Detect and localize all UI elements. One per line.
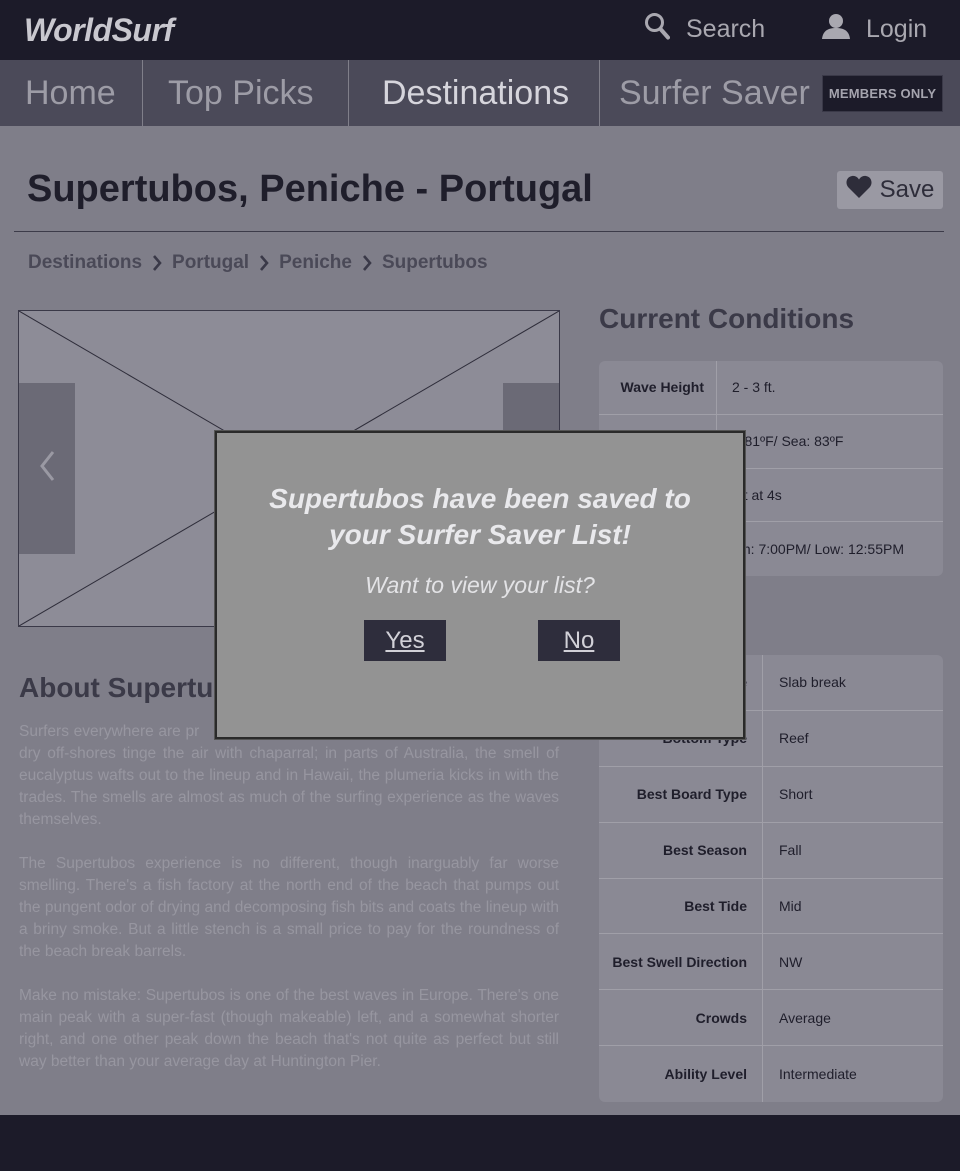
detail-label: Ability Level — [599, 1046, 763, 1102]
about-paragraph: The Supertubos experience is no differen… — [19, 855, 559, 960]
table-row: Crowds Average — [599, 990, 943, 1047]
detail-value: Intermediate — [779, 1066, 857, 1083]
nav-top-picks[interactable]: Top Picks — [143, 60, 349, 126]
breadcrumb-supertubos: Supertubos — [381, 252, 488, 273]
table-row: Wave Height 2 - 3 ft. — [599, 361, 943, 415]
saved-confirmation-modal: Supertubos have been saved to your Surfe… — [215, 431, 745, 739]
breadcrumb-destinations[interactable]: Destinations — [28, 252, 142, 274]
header-divider — [14, 231, 944, 232]
nav-destinations[interactable]: Destinations — [349, 60, 600, 126]
login-label: Login — [866, 14, 928, 43]
detail-label: Best Tide — [599, 878, 763, 934]
conditions-value: r: 81ºF/ Sea: 83ºF — [732, 433, 844, 450]
detail-value: Mid — [779, 897, 802, 914]
detail-label: Best Swell Direction — [599, 934, 763, 990]
save-button[interactable]: Save — [837, 171, 943, 209]
nav-home[interactable]: Home — [0, 60, 143, 126]
login-button[interactable]: Login — [822, 12, 927, 46]
about-title: About Supertu — [19, 672, 214, 703]
search-icon — [644, 12, 686, 47]
nav-surfer-saver[interactable]: Surfer Saver MEMBERS ONLY — [600, 60, 960, 126]
chevron-right-icon — [152, 255, 162, 271]
about-body: Surfers everywhere are pr In Southern Ca… — [19, 721, 559, 1095]
main-nav: Home Top Picks Destinations Surfer Saver… — [0, 60, 960, 126]
modal-title: Supertubos have been saved to your Surfe… — [269, 483, 691, 550]
save-label: Save — [879, 176, 935, 203]
top-bar: WorldSurf Search Login — [0, 0, 960, 60]
breadcrumb: Destinations Portugal Peniche Supertubos — [28, 250, 488, 276]
chevron-right-icon — [259, 255, 269, 271]
modal-question: Want to view your list? — [365, 572, 595, 598]
conditions-value: 5ft at 4s — [732, 486, 782, 503]
about-paragraph: Make no mistake: Supertubos is one of th… — [19, 987, 559, 1070]
user-icon — [822, 13, 866, 46]
conditions-title: Current Conditions — [599, 303, 855, 334]
site-logo[interactable]: WorldSurf — [24, 12, 174, 49]
table-row: Best Board Type Short — [599, 766, 943, 823]
heart-icon — [846, 175, 880, 205]
detail-label: Best Board Type — [599, 766, 763, 822]
no-button[interactable]: No — [538, 620, 620, 661]
table-row: Best Tide Mid — [599, 878, 943, 935]
members-only-badge: MEMBERS ONLY — [821, 74, 944, 112]
breadcrumb-peniche[interactable]: Peniche — [279, 252, 352, 274]
detail-label: Best Season — [599, 822, 763, 878]
detail-label: Crowds — [599, 990, 763, 1046]
search-button[interactable]: Search — [644, 12, 765, 46]
conditions-label: Wave Height — [599, 361, 717, 414]
page-title: Supertubos, Peniche - Portugal — [27, 168, 593, 210]
detail-value: Average — [779, 1009, 831, 1026]
table-row: Best Season Fall — [599, 822, 943, 879]
chevron-right-icon — [362, 255, 372, 271]
conditions-value: igh: 7:00PM/ Low: 12:55PM — [732, 541, 904, 558]
nav-surfer-saver-label: Surfer Saver — [619, 73, 810, 112]
breadcrumb-portugal[interactable]: Portugal — [172, 252, 249, 274]
carousel-prev-button[interactable] — [19, 383, 75, 554]
detail-value: Fall — [779, 842, 802, 859]
search-label: Search — [686, 14, 766, 43]
conditions-value: 2 - 3 ft. — [732, 379, 776, 396]
table-row: Best Swell Direction NW — [599, 934, 943, 991]
detail-value: Short — [779, 786, 813, 803]
detail-value: Slab break — [779, 674, 846, 691]
detail-value: Reef — [779, 730, 809, 747]
table-row: Ability Level Intermediate — [599, 1046, 943, 1102]
footer — [0, 1115, 960, 1171]
yes-button[interactable]: Yes — [364, 620, 446, 661]
chevron-left-icon — [39, 450, 55, 487]
detail-value: NW — [779, 953, 803, 970]
